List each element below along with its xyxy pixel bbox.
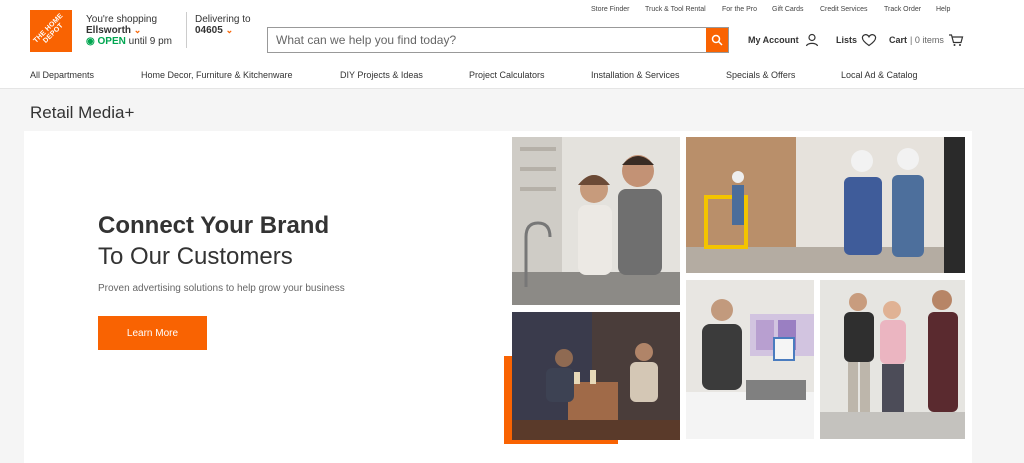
- kitchen-couple-photo: [512, 137, 680, 305]
- hero-subheadline: To Our Customers: [98, 243, 293, 270]
- store-selector[interactable]: You're shopping Ellsworth ⌄ ◉ OPEN until…: [86, 14, 172, 47]
- nav-item-home-decor[interactable]: Home Decor, Furniture & Kitchenware: [141, 70, 293, 80]
- search-icon: [711, 34, 723, 46]
- store-status: OPEN: [97, 36, 126, 47]
- logo-text: THE HOME DEPOT: [32, 12, 65, 45]
- delivery-zip-selector[interactable]: Delivering to 04605 ⌄: [195, 14, 251, 36]
- home-depot-logo[interactable]: THE HOME DEPOT: [30, 10, 72, 52]
- cart-label: Cart: [889, 35, 908, 45]
- store-hours: until 9 pm: [128, 36, 172, 47]
- contractors-image: [686, 137, 965, 273]
- search-input[interactable]: [268, 28, 708, 52]
- cart-icon: [948, 34, 964, 46]
- utility-link-for-the-pro[interactable]: For the Pro: [722, 6, 757, 13]
- couple-on-floor-image: [512, 312, 680, 440]
- chevron-down-icon: ⌄: [133, 25, 142, 35]
- open-status-icon: ◉: [86, 36, 95, 47]
- delivery-label: Delivering to: [195, 14, 251, 25]
- utility-link-gift-cards[interactable]: Gift Cards: [772, 6, 804, 13]
- nav-item-local-ad-catalog[interactable]: Local Ad & Catalog: [841, 70, 918, 80]
- cart-link[interactable]: Cart | 0 items: [889, 33, 964, 47]
- couple-on-floor-photo: [512, 312, 680, 440]
- store-hours-row: ◉ OPEN until 9 pm: [86, 36, 172, 47]
- retail-products-image: [686, 280, 814, 439]
- nav-item-all-departments[interactable]: All Departments: [30, 70, 94, 80]
- store-group-photo: [820, 280, 965, 439]
- hero-headline: Connect Your Brand: [98, 212, 330, 239]
- contractors-photo: [686, 137, 965, 273]
- store-name-row: Ellsworth ⌄: [86, 25, 172, 36]
- department-nav: All Departments Home Decor, Furniture & …: [0, 62, 1024, 89]
- store-group-image: [820, 280, 965, 439]
- nav-item-project-calculators[interactable]: Project Calculators: [469, 70, 545, 80]
- utility-link-store-finder[interactable]: Store Finder: [591, 6, 630, 13]
- user-icon: [805, 33, 818, 47]
- delivery-zip-row: 04605 ⌄: [195, 25, 251, 36]
- header-divider: [186, 12, 187, 48]
- my-account-link[interactable]: My Account: [748, 33, 819, 47]
- hero-tagline: Proven advertising solutions to help gro…: [98, 283, 345, 294]
- chevron-down-icon: ⌄: [225, 25, 234, 35]
- lists-label: Lists: [836, 35, 858, 45]
- delivery-zip: 04605: [195, 25, 223, 36]
- retail-products-photo: [686, 280, 814, 439]
- heart-icon: [861, 34, 877, 47]
- nav-item-diy-projects[interactable]: DIY Projects & Ideas: [340, 70, 423, 80]
- learn-more-button[interactable]: Learn More: [98, 316, 207, 350]
- utility-link-credit-services[interactable]: Credit Services: [820, 6, 867, 13]
- utility-link-truck-tool-rental[interactable]: Truck & Tool Rental: [645, 6, 706, 13]
- utility-link-track-order[interactable]: Track Order: [884, 6, 921, 13]
- nav-item-installation-services[interactable]: Installation & Services: [591, 70, 680, 80]
- lists-link[interactable]: Lists: [836, 33, 877, 47]
- my-account-label: My Account: [748, 35, 799, 45]
- store-name: Ellsworth: [86, 25, 132, 36]
- site-header: THE HOME DEPOT You're shopping Ellsworth…: [0, 0, 1024, 62]
- cart-count: | 0 items: [910, 35, 944, 45]
- nav-item-specials-offers[interactable]: Specials & Offers: [726, 70, 795, 80]
- kitchen-couple-image: [512, 137, 680, 305]
- search-bar: [267, 27, 729, 53]
- store-label: You're shopping: [86, 14, 158, 25]
- utility-link-help[interactable]: Help: [936, 6, 950, 13]
- search-button[interactable]: [706, 28, 728, 52]
- page-title: Retail Media+: [30, 103, 135, 122]
